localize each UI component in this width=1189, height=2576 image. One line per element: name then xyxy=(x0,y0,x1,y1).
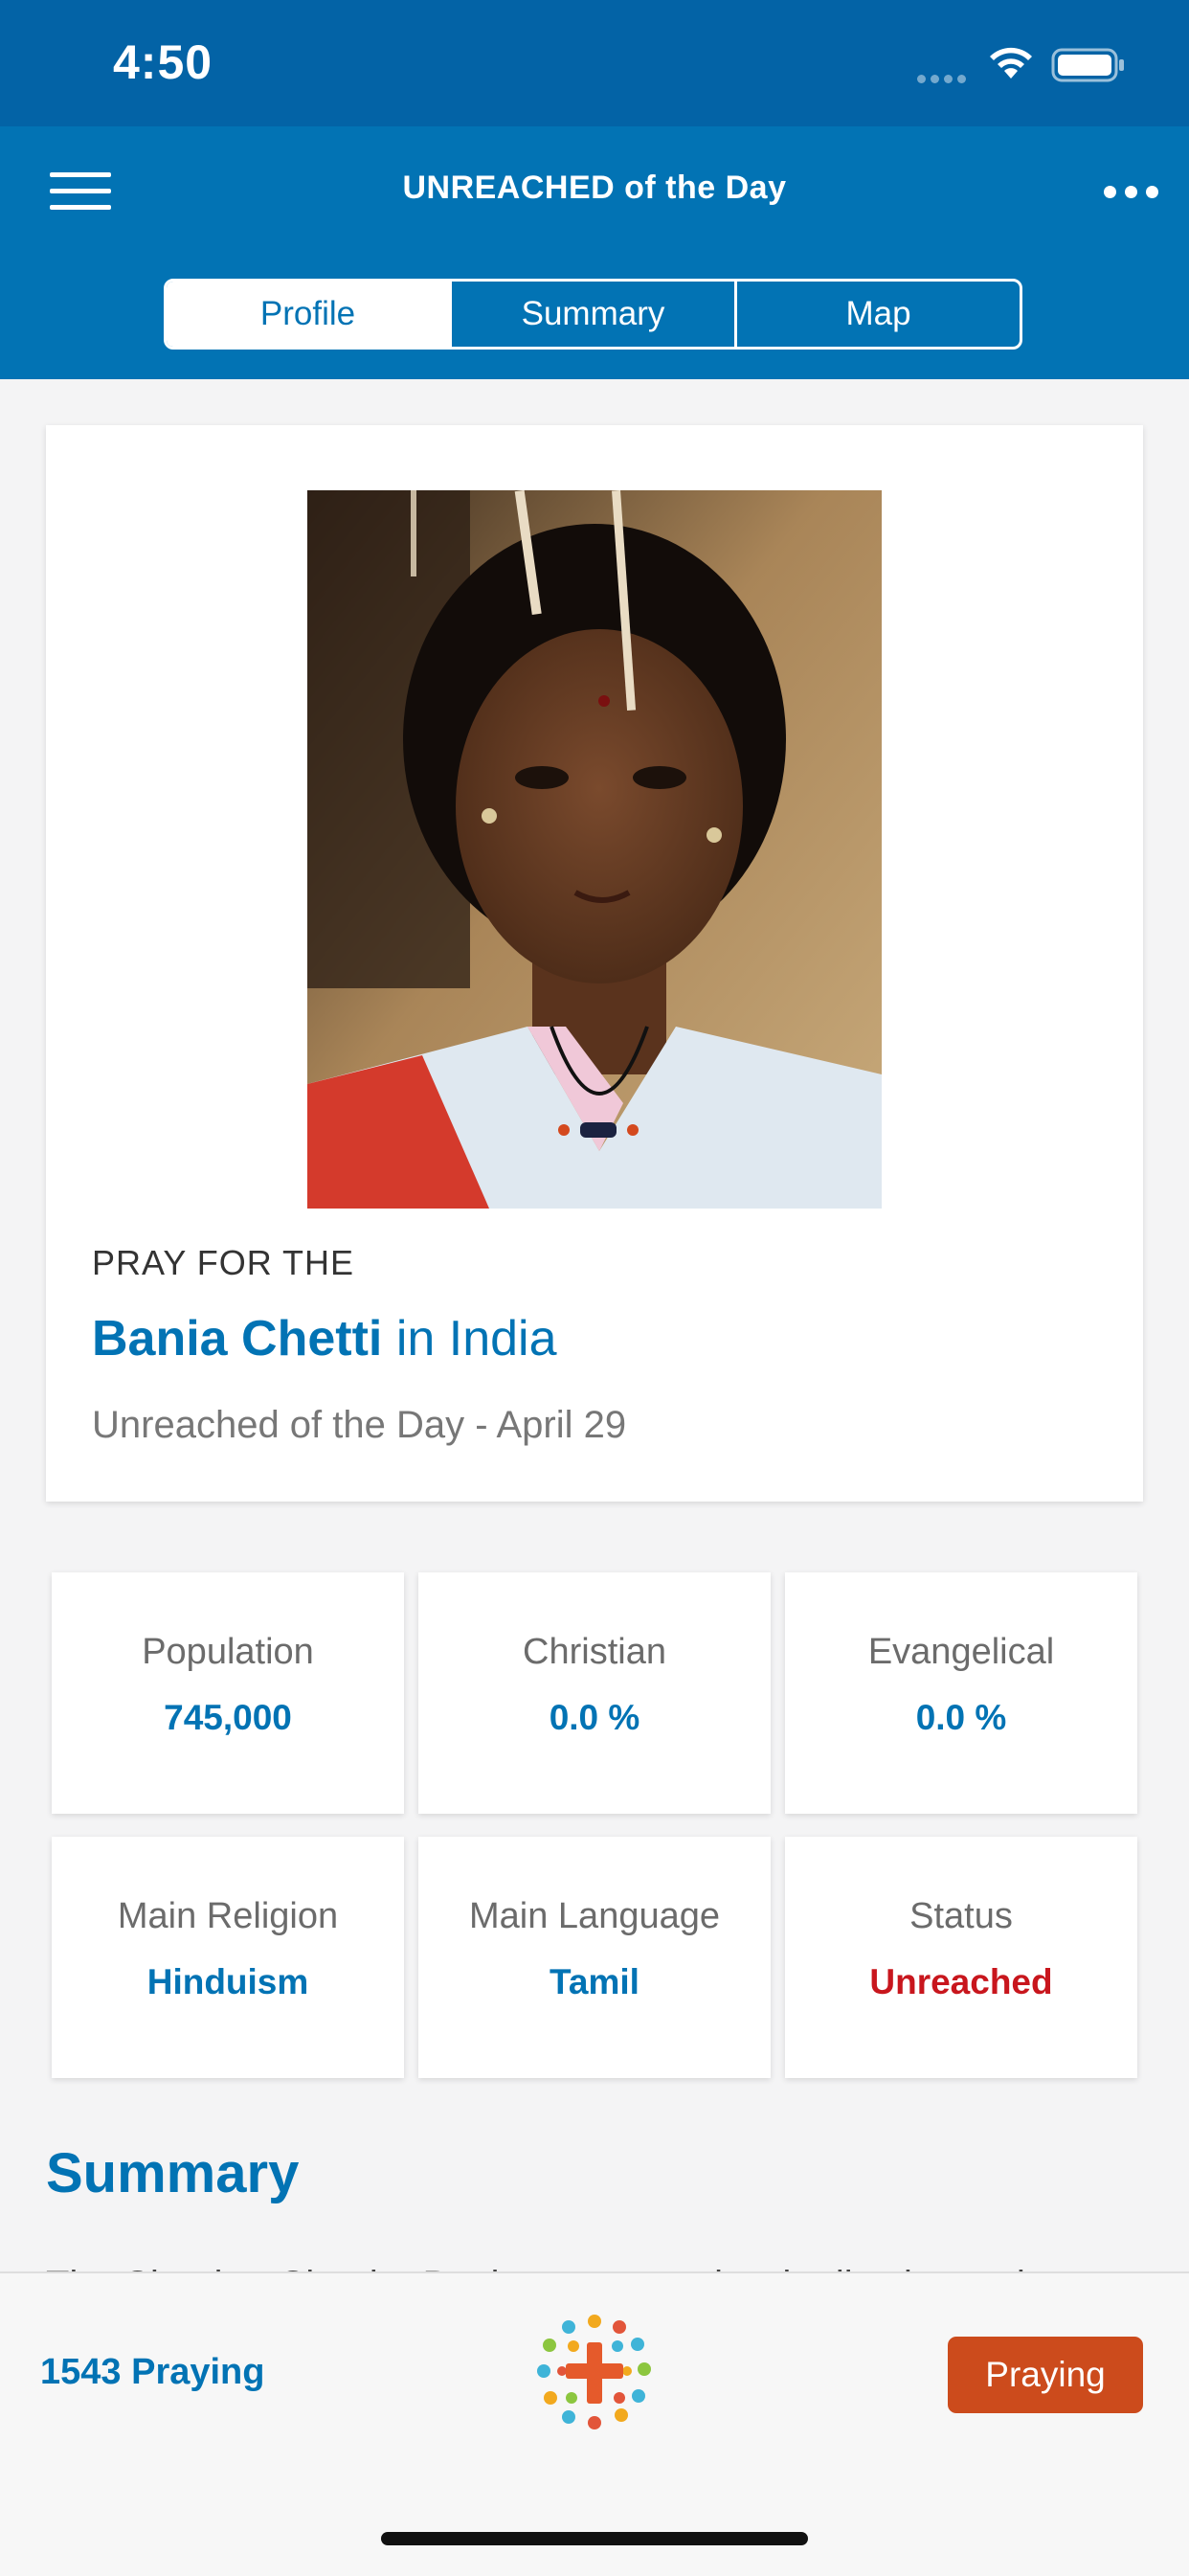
people-group-photo xyxy=(307,490,882,1209)
stat-label: Population xyxy=(142,1632,314,1672)
stat-value: 745,000 xyxy=(164,1698,292,1737)
stat-value: Hinduism xyxy=(146,1962,309,2001)
status-time: 4:50 xyxy=(113,35,213,89)
people-group-name[interactable]: Bania Chetti xyxy=(92,1311,382,1367)
cellular-signal-icon xyxy=(917,71,971,88)
people-group-country: in India xyxy=(395,1311,557,1367)
profile-card: PRAY FOR THE Bania Chetti in India Unrea… xyxy=(46,425,1143,1502)
home-indicator[interactable] xyxy=(381,2532,808,2545)
stat-evangelical: Evangelical 0.0 % xyxy=(785,1572,1137,1814)
stat-label: Main Language xyxy=(469,1896,720,1936)
summary-heading: Summary xyxy=(46,2142,300,2204)
more-options-icon[interactable] xyxy=(1104,186,1167,203)
tab-profile[interactable]: Profile xyxy=(167,282,452,347)
stat-label: Christian xyxy=(523,1632,666,1672)
bottom-bar: 1543 Praying Praying xyxy=(0,2271,1189,2576)
header: UNREACHED of the Day Profile Summary Map xyxy=(0,126,1189,379)
stat-main-language: Main Language Tamil xyxy=(418,1837,771,2078)
stat-label: Evangelical xyxy=(867,1632,1055,1672)
people-group-heading: Bania Chetti in India xyxy=(92,1310,557,1367)
tab-bar: Profile Summary Map xyxy=(164,279,1022,350)
battery-icon xyxy=(1051,48,1126,87)
status-bar: 4:50 xyxy=(0,0,1189,126)
stat-value: 0.0 % xyxy=(915,1698,1007,1737)
app-logo-icon xyxy=(535,2314,654,2432)
praying-count: 1543 Praying xyxy=(40,2352,265,2392)
stat-population: Population 745,000 xyxy=(52,1572,404,1814)
page-title: UNREACHED of the Day xyxy=(402,169,787,206)
stat-main-religion: Main Religion Hinduism xyxy=(52,1837,404,2078)
praying-button[interactable]: Praying xyxy=(948,2337,1143,2413)
status-badge: Unreached xyxy=(869,1962,1053,2001)
summary-text: The Chetti or Chettiar Bania are a peopl… xyxy=(46,2247,1143,2271)
stat-christian: Christian 0.0 % xyxy=(418,1572,771,1814)
stat-value: 0.0 % xyxy=(549,1698,640,1737)
tab-summary[interactable]: Summary xyxy=(452,282,737,347)
stat-value: Tamil xyxy=(550,1962,639,2001)
wifi-icon xyxy=(986,44,1036,87)
stat-label: Status xyxy=(909,1896,1013,1936)
stat-label: Main Religion xyxy=(117,1896,339,1936)
stat-status: Status Unreached xyxy=(785,1837,1137,2078)
unreached-of-day-date: Unreached of the Day - April 29 xyxy=(92,1404,627,1446)
tab-map[interactable]: Map xyxy=(737,282,1020,347)
pray-for-label: PRAY FOR THE xyxy=(92,1243,355,1282)
